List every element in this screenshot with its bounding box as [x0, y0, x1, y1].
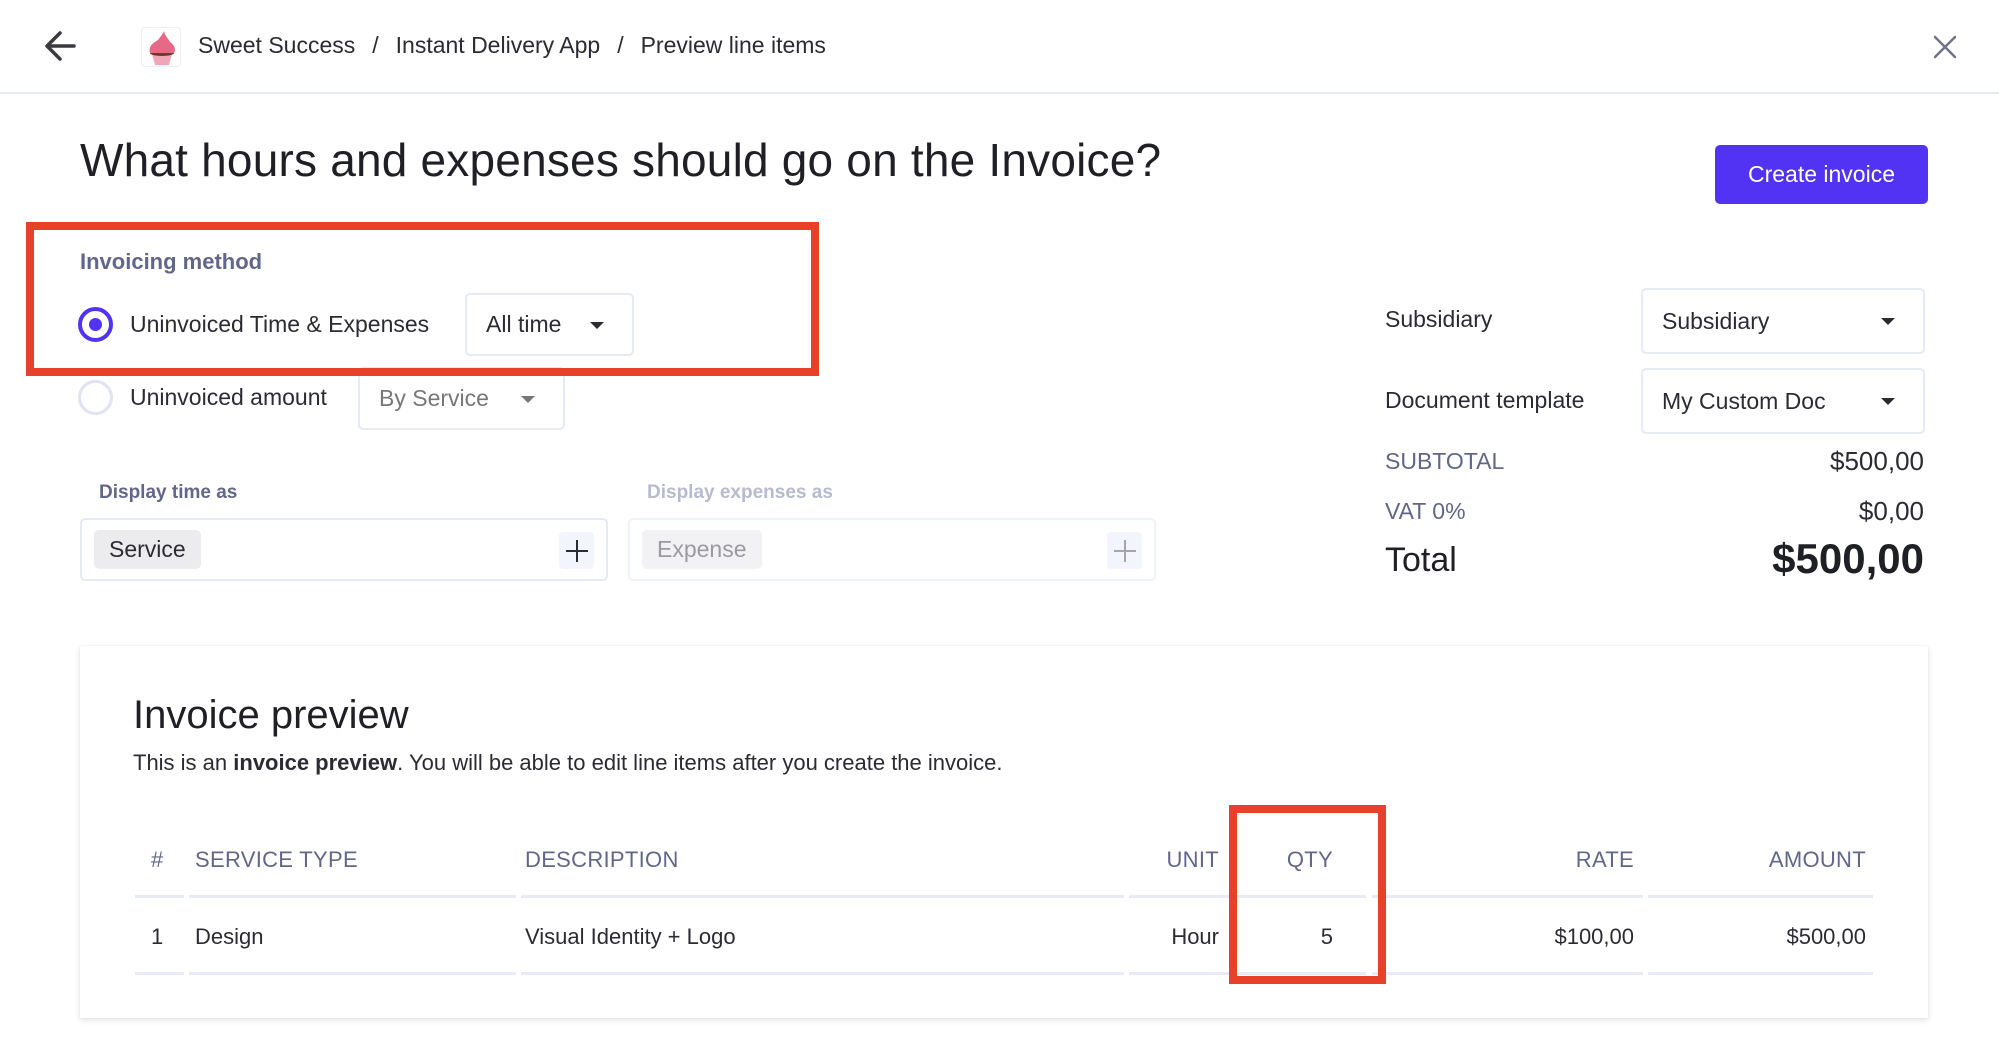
radio-label: Uninvoiced amount [130, 384, 327, 410]
document-template-label: Document template [1385, 387, 1585, 413]
column-header-number: # [135, 821, 184, 898]
column-header-qty: QTY [1235, 821, 1366, 898]
vat-value: $0,00 [1858, 496, 1924, 526]
caret-down-icon [1881, 318, 1895, 325]
cell-number: 1 [135, 898, 184, 975]
column-header-rate: RATE [1372, 821, 1643, 898]
column-header-amount: AMOUNT [1648, 821, 1873, 898]
cell-rate: $100,00 [1372, 898, 1643, 975]
display-expenses-label: Display expenses as [647, 482, 833, 503]
breadcrumb-company[interactable]: Sweet Success [198, 32, 355, 59]
close-button[interactable] [1930, 32, 1960, 62]
expense-tag: Expense [642, 530, 762, 569]
total-value: $500,00 [1772, 535, 1924, 582]
time-range-select[interactable]: All time [465, 293, 634, 356]
add-expense-display-button[interactable] [1107, 532, 1142, 569]
display-time-input[interactable]: Service [80, 518, 608, 581]
cupcake-logo-icon [149, 31, 175, 65]
column-header-description: DESCRIPTION [521, 821, 1124, 898]
subtotal-label: SUBTOTAL [1385, 448, 1505, 474]
document-template-select[interactable]: My Custom Doc [1641, 368, 1925, 434]
breadcrumb-current: Preview line items [640, 32, 826, 58]
display-expenses-input[interactable]: Expense [628, 518, 1156, 581]
radio-button-checked[interactable] [78, 307, 113, 342]
breadcrumb-project[interactable]: Instant Delivery App [396, 32, 601, 59]
breadcrumb-separator: / [372, 32, 379, 58]
create-invoice-button[interactable]: Create invoice [1715, 145, 1928, 204]
column-header-unit: UNIT [1129, 821, 1229, 898]
subtitle-text: . You will be able to edit line items af… [397, 750, 1003, 775]
caret-down-icon [521, 395, 535, 403]
invoice-preview-card: Invoice preview This is an invoice previ… [80, 646, 1928, 1018]
highlight-annotation-box [26, 222, 819, 376]
caret-down-icon [1881, 398, 1895, 405]
display-time-label: Display time as [99, 482, 238, 503]
column-header-service-type: SERVICE TYPE [189, 821, 516, 898]
page-title: What hours and expenses should go on the… [80, 134, 1162, 186]
subtitle-bold-text: invoice preview [233, 750, 398, 775]
cell-service-type: Design [189, 898, 516, 975]
invoicing-method-label: Invoicing method [80, 249, 263, 274]
subsidiary-select[interactable]: Subsidiary [1641, 288, 1925, 354]
invoice-preview-title: Invoice preview [133, 693, 409, 737]
table-header-row: # SERVICE TYPE DESCRIPTION UNIT QTY RATE… [135, 821, 1873, 898]
cell-description: Visual Identity + Logo [521, 898, 1124, 975]
vat-label: VAT 0% [1385, 498, 1466, 524]
cell-qty: 5 [1235, 898, 1366, 975]
radio-uninvoiced-time-expenses[interactable]: Uninvoiced Time & Expenses [78, 307, 429, 342]
top-bar: Sweet Success / Instant Delivery App / P… [0, 0, 1999, 94]
service-tag[interactable]: Service [94, 530, 201, 569]
add-time-display-button[interactable] [559, 532, 594, 569]
subsidiary-label: Subsidiary [1385, 306, 1493, 332]
radio-uninvoiced-amount[interactable]: Uninvoiced amount [78, 380, 327, 415]
invoice-preview-subtitle: This is an invoice preview. You will be … [133, 750, 1002, 776]
select-value: All time [486, 311, 562, 337]
company-logo [141, 27, 181, 67]
select-value: Subsidiary [1662, 307, 1770, 334]
back-button[interactable] [40, 26, 84, 66]
breadcrumb: Sweet Success / Instant Delivery App / P… [198, 32, 826, 59]
amount-grouping-select[interactable]: By Service [358, 367, 565, 430]
breadcrumb-separator: / [617, 32, 624, 58]
arrow-left-icon [45, 31, 76, 61]
close-icon [1933, 35, 1957, 59]
radio-button-unchecked[interactable] [78, 380, 113, 415]
cell-amount: $500,00 [1648, 898, 1873, 975]
radio-label: Uninvoiced Time & Expenses [130, 311, 430, 337]
select-value: My Custom Doc [1662, 387, 1826, 414]
select-value: By Service [379, 385, 489, 411]
subtotal-value: $500,00 [1830, 446, 1924, 476]
total-label: Total [1385, 541, 1457, 579]
subtitle-text: This is an [133, 750, 234, 775]
caret-down-icon [590, 321, 604, 329]
table-row: 1 Design Visual Identity + Logo Hour 5 $… [135, 898, 1873, 975]
cell-unit: Hour [1129, 898, 1229, 975]
